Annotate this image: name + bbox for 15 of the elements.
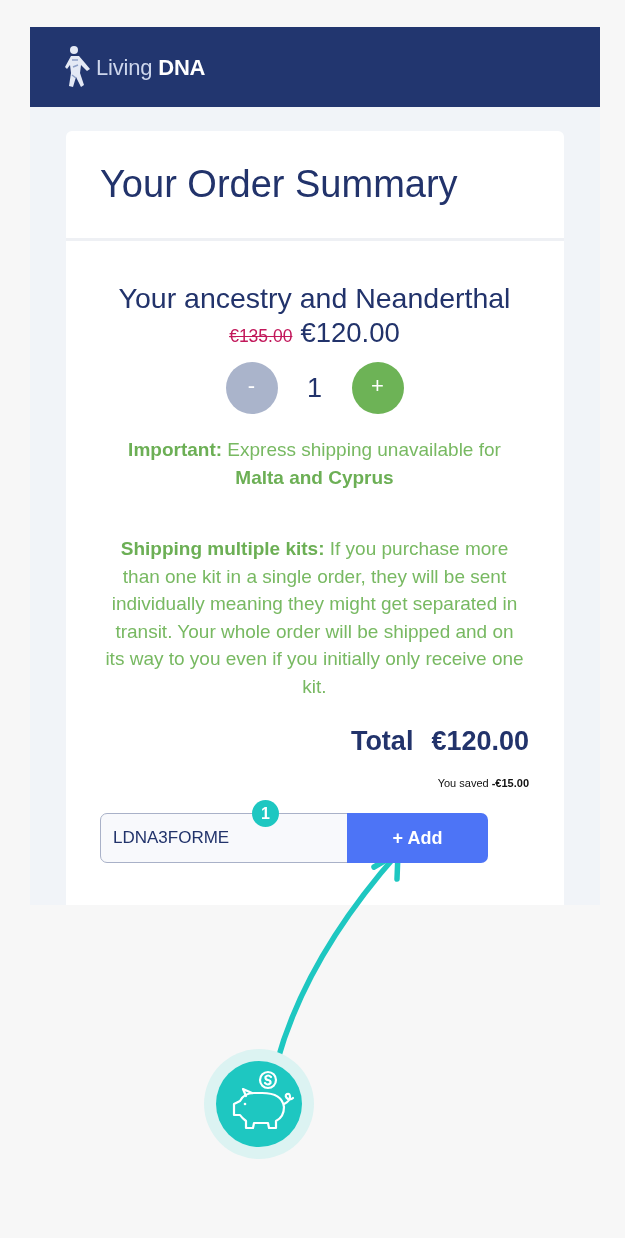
add-promo-button[interactable]: + Add bbox=[347, 813, 488, 863]
total-label: Total bbox=[350, 725, 414, 758]
product-price: €120.00 bbox=[300, 316, 400, 350]
total-amount: €120.00 bbox=[431, 725, 529, 758]
astronaut-icon bbox=[65, 44, 92, 90]
order-summary-title: Your Order Summary bbox=[100, 161, 458, 207]
logo-text: Living DNA bbox=[96, 53, 206, 82]
piggy-bank-icon bbox=[204, 1049, 314, 1159]
savings-text: You saved -€15.00 bbox=[436, 776, 529, 791]
shipping-notice: Important: Express shipping unavailable for Malta and Cyprus bbox=[127, 438, 502, 490]
product-name: Your ancestry and Neanderthal bbox=[117, 281, 512, 315]
increase-quantity-button[interactable]: + bbox=[351, 362, 404, 414]
quantity-value: 1 bbox=[306, 371, 323, 405]
original-price: €135.00 bbox=[229, 325, 293, 348]
multiple-kits-notice: Shipping multiple kits: If you purchase more than one kit in a single order, they will be sent individually meaning they might get separated in transit. Your whole order will be shipped and on its way to you even if you initially only receive one kit. bbox=[104, 537, 525, 699]
